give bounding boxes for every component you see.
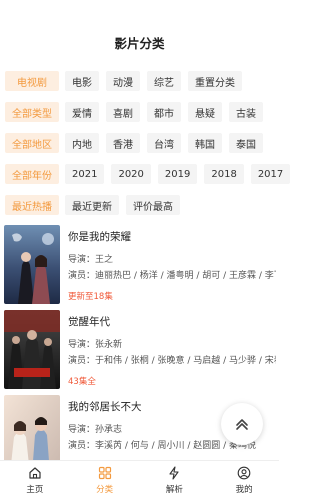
filter-option-region[interactable]: 韩国 — [188, 133, 222, 153]
movie-item[interactable]: 你是我的荣耀 导演：王之 演员：迪丽热巴 / 杨洋 / 潘粤明 / 胡可 / 王… — [0, 225, 279, 309]
tab-label: 主页 — [26, 485, 44, 495]
tab-label: 分类 — [96, 485, 114, 495]
movie-cast: 演员：于和伟 / 张桐 / 张晚意 / 马启越 / 马少骅 / 宋春丽 — [68, 356, 276, 366]
movie-status: 43集全 — [68, 377, 96, 387]
filter-reset-button[interactable]: 重置分类 — [188, 71, 242, 91]
category-icon — [98, 466, 112, 480]
filter-option-genre[interactable]: 悬疑 — [188, 102, 222, 122]
tab-label: 我的 — [235, 485, 253, 495]
filter-row-year: 全部年份 2021 2020 2019 2018 2017 — [5, 164, 291, 184]
filter-option-year[interactable]: 2020 — [111, 164, 151, 184]
tab-category[interactable]: 分类 — [70, 461, 140, 500]
movie-title[interactable]: 我的邻居长不大 — [68, 399, 142, 414]
filter-row-category: 电视剧 电影 动漫 综艺 重置分类 — [5, 71, 242, 91]
filter-option-genre[interactable]: 爱情 — [65, 102, 99, 122]
tab-parse[interactable]: 解析 — [140, 461, 210, 500]
bottom-tab-bar: 主页 分类 解析 我的 — [0, 460, 279, 500]
double-chevron-up-icon — [236, 419, 248, 430]
filter-option-year[interactable]: 2019 — [157, 164, 198, 184]
filter-option-region[interactable]: 泰国 — [229, 133, 263, 153]
filter-option-anime[interactable]: 动漫 — [106, 71, 140, 91]
filter-option-sort[interactable]: 评价最高 — [126, 195, 180, 215]
filter-option-region[interactable]: 台湾 — [147, 133, 181, 153]
filter-row-region: 全部地区 内地 香港 台湾 韩国 泰国 — [5, 133, 263, 153]
tab-mine[interactable]: 我的 — [209, 461, 279, 500]
filter-option-movie[interactable]: 电影 — [65, 71, 99, 91]
filter-option-year[interactable]: 2017 — [250, 164, 291, 184]
filter-option-genre[interactable]: 古装 — [229, 102, 263, 122]
home-icon — [28, 466, 42, 480]
filter-option-sort[interactable]: 最近更新 — [65, 195, 119, 215]
user-icon — [237, 466, 251, 480]
movie-title[interactable]: 觉醒年代 — [68, 314, 110, 329]
lightning-icon — [167, 466, 181, 480]
movie-status: 更新至18集 — [68, 292, 113, 302]
tab-label: 解析 — [165, 485, 183, 495]
movie-director: 导演：张永新 — [68, 340, 123, 350]
filter-option-year[interactable]: 2018 — [204, 164, 244, 184]
filter-row-genre: 全部类型 爱情 喜剧 都市 悬疑 古装 — [5, 102, 263, 122]
movie-director: 导演：王之 — [68, 255, 114, 265]
movie-cast: 演员：迪丽热巴 / 杨洋 / 潘粤明 / 胡可 / 王彦霖 / 李飞 / 张萌 — [68, 271, 276, 281]
filter-row-sort: 最近热播 最近更新 评价最高 — [5, 195, 180, 215]
movie-poster[interactable] — [4, 310, 60, 389]
filter-option-region[interactable]: 内地 — [65, 133, 99, 153]
filter-genre-selected[interactable]: 全部类型 — [5, 102, 59, 122]
filter-sort-selected[interactable]: 最近热播 — [5, 195, 59, 215]
scroll-to-top-button[interactable] — [221, 403, 263, 445]
page-title: 影片分类 — [114, 36, 165, 51]
filter-option-variety[interactable]: 综艺 — [147, 71, 181, 91]
movie-poster[interactable] — [4, 225, 60, 304]
filter-option-genre[interactable]: 都市 — [147, 102, 181, 122]
filter-option-year[interactable]: 2021 — [65, 164, 105, 184]
movie-title[interactable]: 你是我的荣耀 — [68, 229, 131, 244]
filter-region-selected[interactable]: 全部地区 — [5, 133, 59, 153]
movie-item[interactable]: 觉醒年代 导演：张永新 演员：于和伟 / 张桐 / 张晚意 / 马启越 / 马少… — [0, 310, 279, 394]
tab-home[interactable]: 主页 — [0, 461, 70, 500]
filter-option-region[interactable]: 香港 — [106, 133, 140, 153]
filter-category-selected[interactable]: 电视剧 — [5, 71, 59, 91]
filter-year-selected[interactable]: 全部年份 — [5, 164, 59, 184]
filter-option-genre[interactable]: 喜剧 — [106, 102, 140, 122]
